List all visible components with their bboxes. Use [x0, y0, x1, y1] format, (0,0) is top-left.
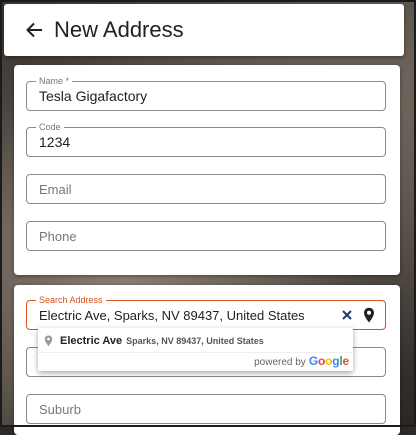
suggestion-item[interactable]: Electric Ave Sparks, NV 89437, United St…	[38, 330, 353, 353]
app-header: New Address	[4, 4, 404, 56]
contact-card: Name * Tesla Gigafactory Code 1234 Email…	[14, 65, 400, 275]
phone-field[interactable]: Phone	[26, 221, 386, 251]
suggestion-main-text: Electric Ave	[60, 335, 123, 347]
arrow-left-icon	[26, 22, 42, 38]
search-address-label: Search Address	[36, 294, 106, 306]
close-icon	[342, 310, 352, 320]
suburb-field[interactable]: Suburb	[26, 394, 386, 424]
autocomplete-dropdown: Electric Ave Sparks, NV 89437, United St…	[38, 328, 353, 371]
location-button[interactable]	[361, 305, 377, 325]
pin-icon	[44, 334, 56, 348]
name-value: Tesla Gigafactory	[39, 88, 148, 104]
phone-placeholder: Phone	[39, 229, 77, 244]
page-title: New Address	[54, 17, 184, 42]
search-address-field[interactable]: Search Address Electric Ave, Sparks, NV …	[26, 294, 386, 330]
google-logo: Google	[309, 354, 349, 368]
code-value: 1234	[39, 134, 71, 150]
search-address-value: Electric Ave, Sparks, NV 89437, United S…	[39, 308, 305, 323]
email-placeholder: Email	[39, 182, 72, 197]
suggestion-secondary-text: Sparks, NV 89437, United States	[126, 336, 264, 346]
code-field[interactable]: Code 1234	[26, 121, 386, 157]
back-button[interactable]	[20, 16, 48, 44]
code-label: Code	[36, 121, 64, 133]
email-field[interactable]: Email	[26, 174, 386, 204]
google-logo-letter: e	[342, 354, 350, 368]
clear-button[interactable]	[339, 307, 355, 323]
map-pin-icon	[364, 307, 374, 322]
google-logo-letter: G	[308, 354, 318, 368]
powered-by-google: powered by Google	[254, 354, 349, 368]
powered-by-label: powered by	[254, 357, 306, 368]
suburb-placeholder: Suburb	[39, 402, 81, 417]
name-field[interactable]: Name * Tesla Gigafactory	[26, 75, 386, 111]
name-label: Name *	[36, 75, 73, 87]
